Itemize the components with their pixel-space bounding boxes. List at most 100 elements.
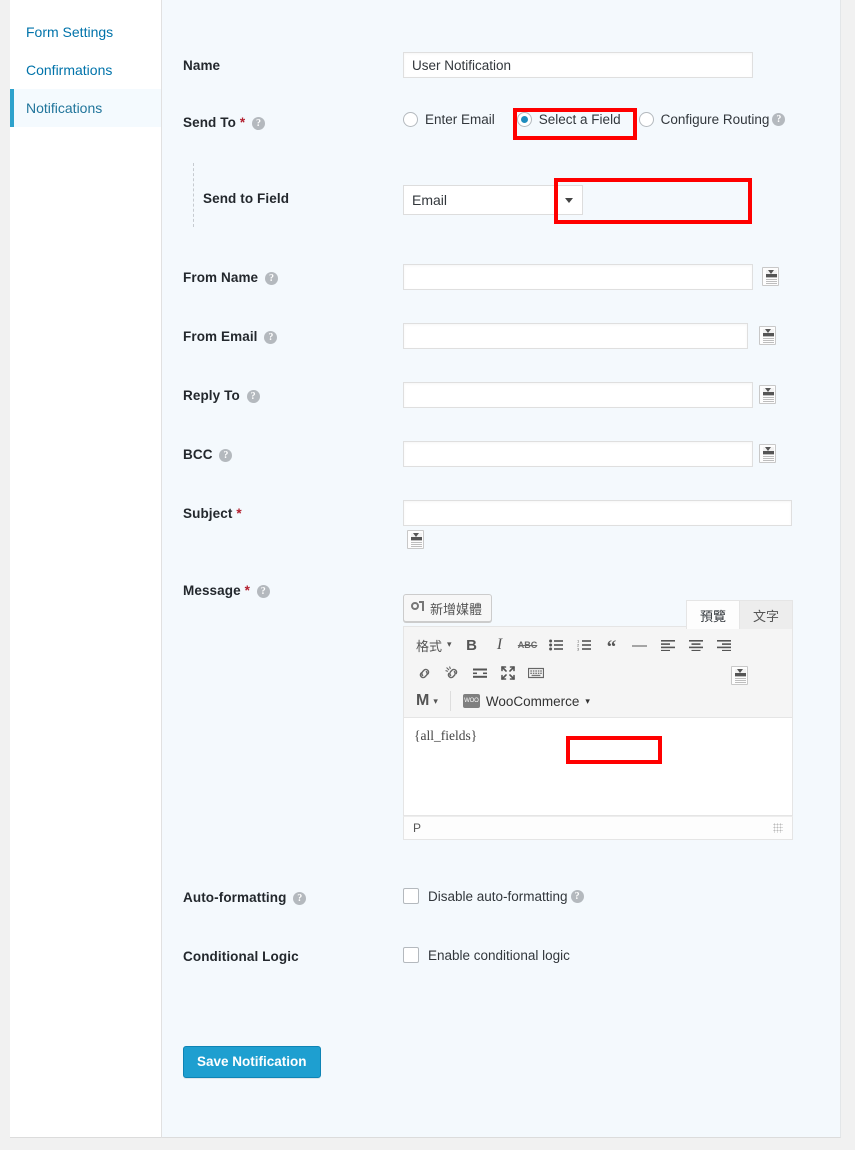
add-media-label: 新增媒體 [430,601,483,617]
sidebar-item-confirmations[interactable]: Confirmations [10,51,161,89]
editor-content-text: {all_fields} [414,728,478,743]
name-label: Name [183,58,221,73]
bcc-label: BCC ? [183,447,233,462]
align-center-icon[interactable] [682,633,710,657]
reply-to-label: Reply To ? [183,388,260,403]
field-row-from-email: From Email ? [162,323,841,349]
save-notification-button[interactable]: Save Notification [183,1046,321,1078]
sidebar-item-label: Form Settings [26,24,114,40]
send-to-label: Send To * ? [183,115,266,130]
resize-handle-icon[interactable] [773,823,783,833]
editor-element-path: P [413,821,422,835]
settings-sidebar: Form Settings Confirmations Notification… [10,0,162,1138]
radio-option-enter-email[interactable]: Enter Email [403,112,495,127]
message-label: Message * ? [183,583,270,598]
bold-button[interactable]: B [458,633,486,657]
required-asterisk: * [239,115,246,130]
help-icon[interactable]: ? [265,272,279,285]
auto-formatting-label: Auto-formatting ? [183,890,307,905]
toolbar-row-1: 格式 ▾ B I ABC 1 2 3 “ — [410,631,788,659]
fullscreen-icon[interactable] [494,661,522,685]
sidebar-item-label: Notifications [26,100,103,116]
tab-text[interactable]: 文字 [738,600,793,629]
field-row-message: Message * ? 新增媒體 預覽 文字 格式 ▾ B I ABC 1 2 … [162,583,841,840]
bcc-input[interactable] [403,441,753,467]
help-icon[interactable]: ? [256,585,270,598]
send-to-field-select[interactable]: Email [403,185,583,215]
blockquote-button[interactable]: “ [598,630,626,660]
link-icon[interactable] [410,661,438,685]
editor-top-bar: 新增媒體 預覽 文字 [403,594,793,629]
subject-input[interactable] [403,500,792,526]
toolbar-divider [449,691,451,711]
editor-status-bar: P [403,816,793,840]
field-row-subject: Subject * [162,500,841,549]
italic-button[interactable]: I [486,633,514,657]
send-to-radio-group: Enter Email Select a Field Configure Rou… [403,112,786,127]
merge-tag-icon-subject[interactable] [407,530,424,549]
keyboard-toolbar-icon[interactable] [522,661,550,685]
svg-text:3: 3 [577,646,580,651]
conditional-logic-checkbox-row[interactable]: Enable conditional logic [403,947,570,963]
editor-content-area[interactable]: {all_fields} [403,718,793,816]
woocommerce-icon: WOO [462,694,480,708]
add-media-icon [411,601,425,615]
help-icon[interactable]: ? [570,889,584,903]
screenshot-root: Form Settings Confirmations Notification… [0,0,855,1150]
toolbar-row-3: M ▾ WOO WooCommerce ▾ [410,687,788,715]
editor-mode-tabs: 預覽 文字 [685,600,793,629]
sidebar-item-form-settings[interactable]: Form Settings [10,13,161,51]
sidebar-item-label: Confirmations [26,62,113,78]
field-row-send-to-field: Send to Field Email [162,185,841,215]
radio-select-a-field[interactable] [516,112,532,127]
from-name-label: From Name ? [183,270,279,285]
radio-option-select-a-field[interactable]: Select a Field [516,112,621,127]
radio-configure-routing[interactable] [638,112,654,127]
field-row-from-name: From Name ? [162,264,841,290]
auto-formatting-checkbox-row[interactable]: Disable auto-formatting ? [403,888,584,904]
name-input[interactable] [403,52,753,78]
help-icon[interactable]: ? [772,113,786,126]
format-dropdown[interactable]: 格式 ▾ [410,633,458,657]
help-icon[interactable]: ? [252,117,266,130]
help-icon[interactable]: ? [264,331,278,344]
enable-conditional-logic-checkbox[interactable] [403,947,419,963]
horizontal-rule-button[interactable]: — [626,633,654,657]
chevron-down-icon [565,198,573,203]
merge-tag-icon-reply-to[interactable] [759,385,776,404]
chevron-down-icon: ▾ [433,695,438,706]
disable-auto-formatting-checkbox[interactable] [403,888,419,904]
chevron-down-icon: ▾ [447,640,452,650]
bullet-list-icon[interactable] [542,633,570,657]
merge-tag-icon-from-email[interactable] [759,326,776,345]
woocommerce-dropdown[interactable]: WOO WooCommerce ▾ [457,689,596,713]
tab-visual[interactable]: 預覽 [685,600,740,629]
align-right-icon[interactable] [710,633,738,657]
from-email-input[interactable] [403,323,748,349]
add-media-button[interactable]: 新增媒體 [403,594,493,622]
from-name-input[interactable] [403,264,753,290]
send-to-field-label: Send to Field [203,191,290,206]
help-icon[interactable]: ? [219,449,233,462]
radio-enter-email[interactable] [403,112,418,127]
merge-tag-icon-message[interactable] [731,666,748,685]
mailchimp-dropdown[interactable]: M ▾ [410,689,444,713]
from-email-label: From Email ? [183,329,278,344]
sidebar-item-notifications[interactable]: Notifications [10,89,161,127]
numbered-list-icon[interactable]: 1 2 3 [570,633,598,657]
reply-to-input[interactable] [403,382,753,408]
read-more-icon[interactable] [466,661,494,685]
strikethrough-button[interactable]: ABC [514,633,542,657]
help-icon[interactable]: ? [293,892,307,905]
field-row-bcc: BCC ? [162,441,841,467]
merge-tag-icon-bcc[interactable] [759,444,776,463]
merge-tag-icon-from-name[interactable] [762,267,779,286]
subject-label: Subject * [183,506,242,521]
help-icon[interactable]: ? [246,390,260,403]
align-left-icon[interactable] [654,633,682,657]
conditional-logic-label: Conditional Logic [183,949,299,964]
required-asterisk: * [236,506,242,521]
radio-option-configure-routing[interactable]: Configure Routing ? [638,112,786,127]
unlink-icon[interactable] [438,661,466,685]
send-to-field-value: Email [412,192,448,208]
